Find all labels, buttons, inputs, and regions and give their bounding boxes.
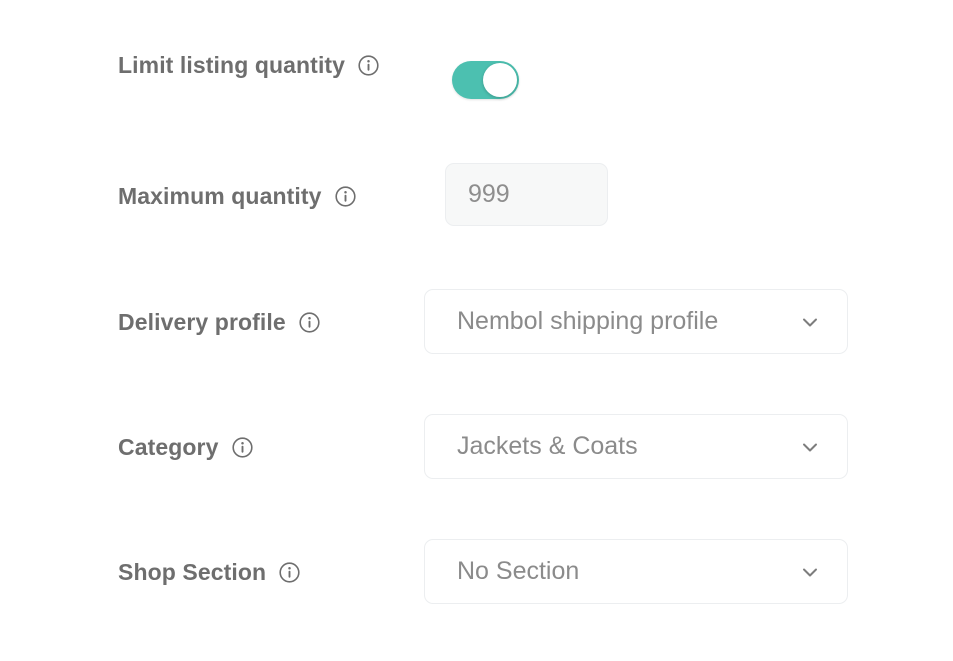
category-selected-value: Jackets & Coats (457, 432, 638, 460)
shop-section-select[interactable]: No Section (424, 539, 848, 604)
info-circle-icon[interactable] (358, 54, 379, 76)
maximum-quantity-label: Maximum quantity (118, 179, 356, 213)
limit-listing-quantity-label-text: Limit listing quantity (118, 52, 346, 78)
shop-section-label: Shop Section (118, 555, 300, 589)
chevron-down-icon[interactable] (797, 434, 823, 460)
chevron-down-icon[interactable] (797, 309, 823, 335)
info-circle-icon[interactable] (299, 311, 320, 333)
category-select[interactable]: Jackets & Coats (424, 414, 848, 479)
listing-settings-form: Limit listing quantity Maximum quantity (0, 0, 953, 661)
delivery-profile-select[interactable]: Nembol shipping profile (424, 289, 848, 354)
field-row-delivery-profile: Delivery profile (118, 305, 418, 339)
toggle-knob (483, 63, 517, 97)
field-row-maximum-quantity: Maximum quantity (118, 179, 418, 213)
info-circle-icon[interactable] (231, 436, 253, 458)
info-circle-icon[interactable] (279, 561, 300, 583)
category-label: Category (118, 430, 253, 464)
delivery-profile-label: Delivery profile (118, 305, 320, 339)
chevron-down-icon[interactable] (797, 559, 823, 585)
field-row-category: Category (118, 430, 418, 464)
shop-section-selected-value: No Section (457, 557, 580, 585)
category-label-text: Category (118, 434, 219, 460)
limit-listing-quantity-toggle[interactable] (452, 61, 519, 99)
limit-listing-quantity-label: Limit listing quantity (118, 48, 379, 82)
maximum-quantity-label-text: Maximum quantity (118, 183, 322, 209)
field-row-limit-listing-quantity: Limit listing quantity (118, 48, 418, 82)
shop-section-label-text: Shop Section (118, 559, 267, 585)
info-circle-icon[interactable] (334, 185, 356, 207)
delivery-profile-selected-value: Nembol shipping profile (457, 307, 719, 335)
delivery-profile-label-text: Delivery profile (118, 309, 286, 335)
maximum-quantity-input[interactable] (445, 163, 608, 226)
field-row-shop-section: Shop Section (118, 555, 418, 589)
